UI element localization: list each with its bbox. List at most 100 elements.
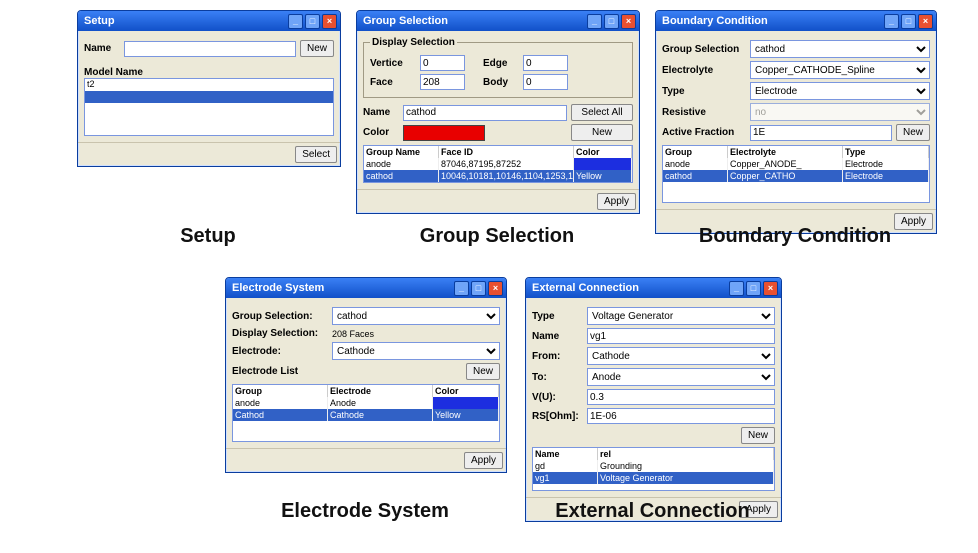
table-row[interactable]: anode Anode	[233, 397, 499, 409]
ec-from-select[interactable]: Cathode	[587, 347, 775, 365]
col-rel: rel	[598, 448, 774, 460]
es-disp-value: 208 Faces	[332, 329, 500, 339]
ec-type-select[interactable]: Voltage Generator	[587, 307, 775, 325]
es-new-button[interactable]: New	[466, 363, 500, 380]
edge-input[interactable]	[523, 55, 568, 71]
group-titlebar: Group Selection _ □ ×	[357, 11, 639, 31]
setup-caption: Setup	[77, 225, 339, 248]
group-new-button[interactable]: New	[571, 124, 633, 141]
external-caption: External Connection	[525, 500, 780, 523]
boundary-window: Boundary Condition _ □ × Group Selection…	[655, 10, 937, 234]
es-table[interactable]: Group Electrode Color anode Anode Cathod…	[232, 384, 500, 442]
face-input[interactable]	[420, 74, 465, 90]
model-list[interactable]: t2	[84, 78, 334, 136]
ec-table[interactable]: Name rel gd Grounding vg1 Voltage Genera…	[532, 447, 775, 491]
boundary-titlebar: Boundary Condition _ □ ×	[656, 11, 936, 31]
ec-to-select[interactable]: Anode	[587, 368, 775, 386]
close-icon[interactable]: ×	[918, 14, 933, 29]
bc-group-label: Group Selection	[662, 44, 750, 55]
table-row[interactable]: cathod Copper_CATHO Electrode	[663, 170, 929, 182]
ec-from-label: From:	[532, 351, 587, 362]
group-table[interactable]: Group Name Face ID Color anode 87046,871…	[363, 145, 633, 183]
es-elec-select[interactable]: Cathode	[332, 342, 500, 360]
electrode-window: Electrode System _ □ × Group Selection: …	[225, 277, 507, 473]
group-window: Group Selection _ □ × Display Selection …	[356, 10, 640, 214]
bc-type-label: Type	[662, 86, 750, 97]
group-apply-button[interactable]: Apply	[597, 193, 636, 210]
ec-name-input[interactable]	[587, 328, 775, 344]
display-selection-fieldset: Display Selection Vertice Edge Face Body	[363, 37, 633, 98]
maximize-icon[interactable]: □	[604, 14, 619, 29]
es-list-label: Electrode List	[232, 366, 466, 377]
group-caption: Group Selection	[356, 225, 638, 248]
external-window: External Connection _ □ × Type Voltage G…	[525, 277, 782, 522]
bc-resistive-select: no	[750, 103, 930, 121]
table-row[interactable]: cathod 10046,10181,10146,1104,1253,126 Y…	[364, 170, 632, 182]
table-row[interactable]: Cathod Cathode Yellow	[233, 409, 499, 421]
edge-label: Edge	[483, 58, 523, 69]
group-name-label: Name	[363, 107, 403, 118]
face-label: Face	[370, 77, 420, 88]
ec-rs-input[interactable]	[587, 408, 775, 424]
bc-active-input[interactable]	[750, 125, 892, 141]
bc-type-select[interactable]: Electrode	[750, 82, 930, 100]
bc-active-label: Active Fraction	[662, 127, 750, 138]
bc-new-button[interactable]: New	[896, 124, 930, 141]
vertice-input[interactable]	[420, 55, 465, 71]
bc-electrolyte-label: Electrolyte	[662, 65, 750, 76]
maximize-icon[interactable]: □	[305, 14, 320, 29]
table-row[interactable]: anode Copper_ANODE_ Electrode	[663, 158, 929, 170]
close-icon[interactable]: ×	[322, 14, 337, 29]
ec-name-label: Name	[532, 331, 587, 342]
color-swatch[interactable]	[403, 125, 485, 141]
table-row[interactable]: vg1 Voltage Generator	[533, 472, 774, 484]
electrode-titlebar: Electrode System _ □ ×	[226, 278, 506, 298]
group-title: Group Selection	[363, 15, 585, 27]
setup-name-input[interactable]	[124, 41, 296, 57]
boundary-caption: Boundary Condition	[655, 225, 935, 248]
row-color-swatch	[574, 158, 632, 170]
es-elec-label: Electrode:	[232, 346, 332, 357]
ec-new-button[interactable]: New	[741, 427, 775, 444]
maximize-icon[interactable]: □	[471, 281, 486, 296]
setup-titlebar: Setup _ □ ×	[78, 11, 340, 31]
minimize-icon[interactable]: _	[884, 14, 899, 29]
ec-to-label: To:	[532, 372, 587, 383]
close-icon[interactable]: ×	[488, 281, 503, 296]
minimize-icon[interactable]: _	[454, 281, 469, 296]
col-group: Group	[663, 146, 728, 158]
ec-vu-input[interactable]	[587, 389, 775, 405]
close-icon[interactable]: ×	[763, 281, 778, 296]
maximize-icon[interactable]: □	[746, 281, 761, 296]
bc-group-select[interactable]: cathod	[750, 40, 930, 58]
setup-new-button[interactable]: New	[300, 40, 334, 57]
col-group: Group Name	[364, 146, 439, 158]
table-row[interactable]: anode 87046,87195,87252	[364, 158, 632, 170]
ec-type-label: Type	[532, 311, 587, 322]
select-all-button[interactable]: Select All	[571, 104, 633, 121]
bc-resistive-label: Resistive	[662, 107, 750, 118]
maximize-icon[interactable]: □	[901, 14, 916, 29]
list-item[interactable]: t2	[85, 79, 333, 91]
col-type: Type	[843, 146, 929, 158]
es-apply-button[interactable]: Apply	[464, 452, 503, 469]
close-icon[interactable]: ×	[621, 14, 636, 29]
setup-name-label: Name	[84, 43, 124, 54]
group-name-input[interactable]	[403, 105, 567, 121]
list-item[interactable]	[85, 91, 333, 103]
ec-vu-label: V(U):	[532, 392, 587, 403]
es-group-select[interactable]: cathod	[332, 307, 500, 325]
display-selection-legend: Display Selection	[370, 37, 457, 48]
electrode-caption: Electrode System	[225, 500, 505, 523]
minimize-icon[interactable]: _	[587, 14, 602, 29]
table-row[interactable]: gd Grounding	[533, 460, 774, 472]
bc-electrolyte-select[interactable]: Copper_CATHODE_Spline	[750, 61, 930, 79]
body-input[interactable]	[523, 74, 568, 90]
minimize-icon[interactable]: _	[288, 14, 303, 29]
external-titlebar: External Connection _ □ ×	[526, 278, 781, 298]
minimize-icon[interactable]: _	[729, 281, 744, 296]
setup-title: Setup	[84, 15, 286, 27]
setup-window: Setup _ □ × Name New Model Name t2 Selec…	[77, 10, 341, 167]
bc-table[interactable]: Group Electrolyte Type anode Copper_ANOD…	[662, 145, 930, 203]
setup-select-button[interactable]: Select	[295, 146, 337, 163]
